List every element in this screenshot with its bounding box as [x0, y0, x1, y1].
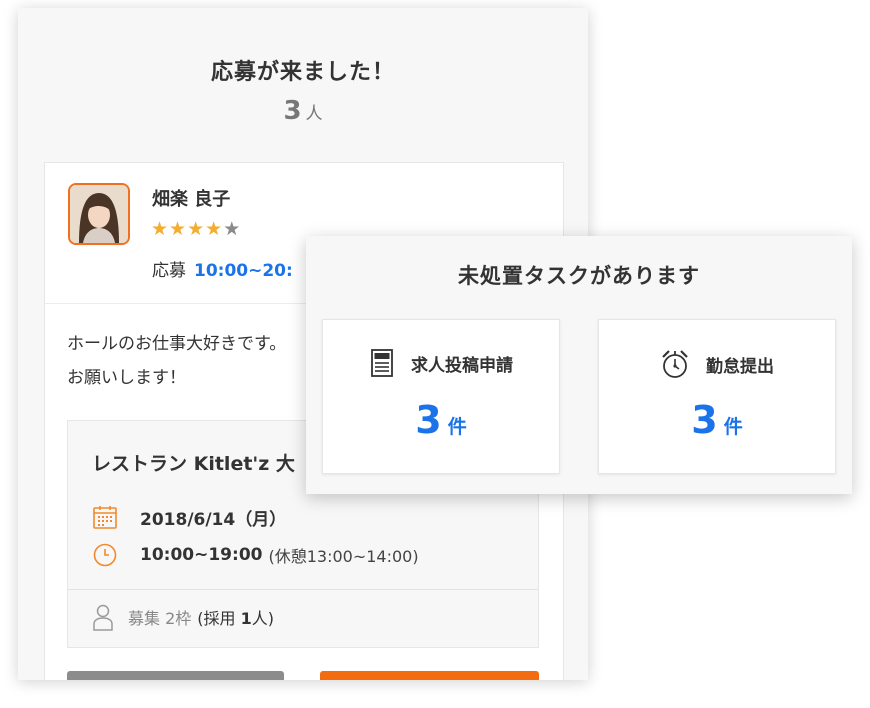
task-count-unit: 件: [723, 416, 743, 438]
task-tile-attendance[interactable]: 勤怠提出 3件: [598, 319, 836, 474]
task-tile-header: 求人投稿申請: [323, 348, 559, 378]
applications-count-unit: 人: [305, 104, 323, 124]
task-count: 3件: [599, 398, 835, 442]
star-icon: ★: [205, 218, 224, 240]
applications-title: 応募が来ました！: [210, 60, 395, 85]
applicant-message: ホールのお仕事大好きです。 お願いします！: [67, 327, 286, 395]
applications-count: 3人: [18, 96, 588, 126]
applicant-name: 畑楽 良子: [152, 189, 231, 210]
task-tile-header: 勤怠提出: [599, 348, 835, 380]
task-label: 求人投稿申請: [411, 355, 513, 376]
star-icon: ★: [187, 218, 206, 240]
recruit-row: 募集 2枠 (採用 1人): [92, 603, 274, 631]
calendar-icon: [92, 504, 118, 530]
accept-button[interactable]: [320, 671, 539, 680]
job-document-icon: [369, 348, 395, 378]
clock-icon: [92, 542, 118, 568]
applied-time: 10:00~20:: [194, 261, 293, 281]
applications-count-number: 3: [283, 96, 302, 126]
adopted-prefix: (採用: [197, 609, 241, 628]
job-time: 10:00~19:00: [140, 545, 263, 565]
applied-label: 応募: [152, 261, 186, 281]
adopted-suffix: 人): [251, 609, 275, 628]
job-break-time: (休憩13:00~14:00): [268, 547, 419, 566]
message-line: ホールのお仕事大好きです。: [67, 334, 287, 354]
star-icon: ★: [151, 218, 170, 240]
task-count-number: 3: [691, 398, 718, 442]
decline-button[interactable]: [67, 671, 284, 680]
avatar-photo: [70, 185, 128, 243]
task-count: 3件: [323, 398, 559, 442]
job-date-row: 2018/6/14（月）: [92, 504, 286, 530]
recruit-slots: 募集 2枠: [128, 609, 192, 628]
job-title: レストラン Kitlet'z 大: [92, 453, 295, 475]
task-label: 勤怠提出: [706, 356, 774, 377]
adopted-number: 1: [240, 609, 252, 628]
message-line: お願いします！: [67, 368, 186, 388]
adopted-count: (採用 1人): [197, 605, 274, 629]
divider: [68, 589, 538, 590]
avatar[interactable]: [68, 183, 130, 245]
star-icon: ★: [169, 218, 188, 240]
alarm-clock-icon: [660, 348, 690, 380]
job-date: 2018/6/14（月）: [140, 509, 287, 530]
task-count-number: 3: [415, 398, 442, 442]
star-empty-icon: ★: [223, 218, 242, 240]
applied-time-row: 応募 10:00~20:: [152, 256, 293, 281]
job-time-row: 10:00~19:00 (休憩13:00~14:00): [92, 542, 419, 568]
task-count-unit: 件: [447, 416, 467, 438]
rating-stars: ★★★★★: [151, 218, 241, 240]
pending-tasks-title: 未処置タスクがあります: [458, 264, 700, 288]
task-tile-job-post[interactable]: 求人投稿申請 3件: [322, 319, 560, 474]
person-icon: [92, 603, 114, 631]
pending-tasks-panel: 未処置タスクがあります 求人投稿申請 3件 勤怠提出 3 件: [306, 236, 852, 494]
